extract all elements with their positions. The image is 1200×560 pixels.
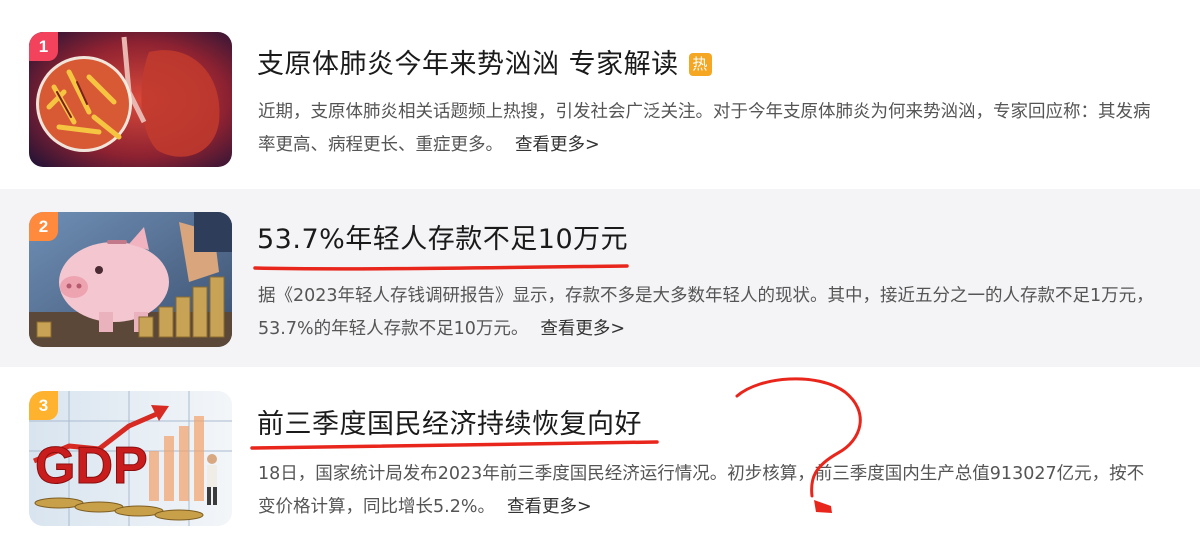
- news-thumbnail-3[interactable]: GDP 3: [29, 391, 232, 526]
- news-title-text-1[interactable]: 支原体肺炎今年来势汹汹 专家解读: [257, 49, 679, 80]
- gdp-chart-image: GDP: [29, 391, 232, 526]
- rank-badge-3: 3: [29, 391, 58, 420]
- news-desc-2: 据《2023年轻人存钱调研报告》显示，存款不多是大多数年轻人的现状。其中，接近五…: [258, 280, 1158, 346]
- view-more-link-3[interactable]: 查看更多>: [507, 497, 592, 517]
- lung-bacteria-image: [29, 32, 232, 167]
- news-list: 1 支原体肺炎今年来势汹汹 专家解读热 近期，支原体肺炎相关话题频上热搜，引发社…: [0, 0, 1200, 560]
- news-desc-text-2: 据《2023年轻人存钱调研报告》显示，存款不多是大多数年轻人的现状。其中，接近五…: [258, 286, 1154, 339]
- piggy-bank-image: [29, 212, 232, 347]
- news-title-2[interactable]: 53.7%年轻人存款不足10万元: [257, 217, 628, 256]
- news-item-2[interactable]: 2 53.7%年轻人存款不足10万元 据《2023年轻人存钱调研报告》显示，存款…: [0, 189, 1200, 367]
- svg-text:GDP: GDP: [35, 437, 148, 495]
- news-desc-text-1: 近期，支原体肺炎相关话题频上热搜，引发社会广泛关注。对于今年支原体肺炎为何来势汹…: [258, 102, 1151, 155]
- hot-badge: 热: [688, 53, 712, 76]
- news-title-1[interactable]: 支原体肺炎今年来势汹汹 专家解读热: [257, 42, 712, 81]
- view-more-link-2[interactable]: 查看更多>: [540, 319, 625, 339]
- rank-badge-1: 1: [29, 32, 58, 61]
- rank-badge-2: 2: [29, 212, 58, 241]
- news-desc-text-3: 18日，国家统计局发布2023年前三季度国民经济运行情况。初步核算，前三季度国内…: [258, 464, 1145, 517]
- news-title-text-3[interactable]: 前三季度国民经济持续恢复向好: [257, 409, 642, 440]
- news-item-1[interactable]: 1 支原体肺炎今年来势汹汹 专家解读热 近期，支原体肺炎相关话题频上热搜，引发社…: [0, 0, 1200, 180]
- view-more-link-1[interactable]: 查看更多>: [515, 135, 600, 155]
- news-thumbnail-2[interactable]: 2: [29, 212, 232, 347]
- news-item-3[interactable]: GDP 3 前三季度国民经济持续恢复向好 18日，国家统计局发布2023年前三季…: [0, 367, 1200, 560]
- news-title-text-2[interactable]: 53.7%年轻人存款不足10万元: [257, 224, 628, 255]
- news-desc-3: 18日，国家统计局发布2023年前三季度国民经济运行情况。初步核算，前三季度国内…: [258, 458, 1158, 524]
- news-title-3[interactable]: 前三季度国民经济持续恢复向好: [257, 402, 642, 441]
- news-thumbnail-1[interactable]: 1: [29, 32, 232, 167]
- news-desc-1: 近期，支原体肺炎相关话题频上热搜，引发社会广泛关注。对于今年支原体肺炎为何来势汹…: [258, 96, 1158, 162]
